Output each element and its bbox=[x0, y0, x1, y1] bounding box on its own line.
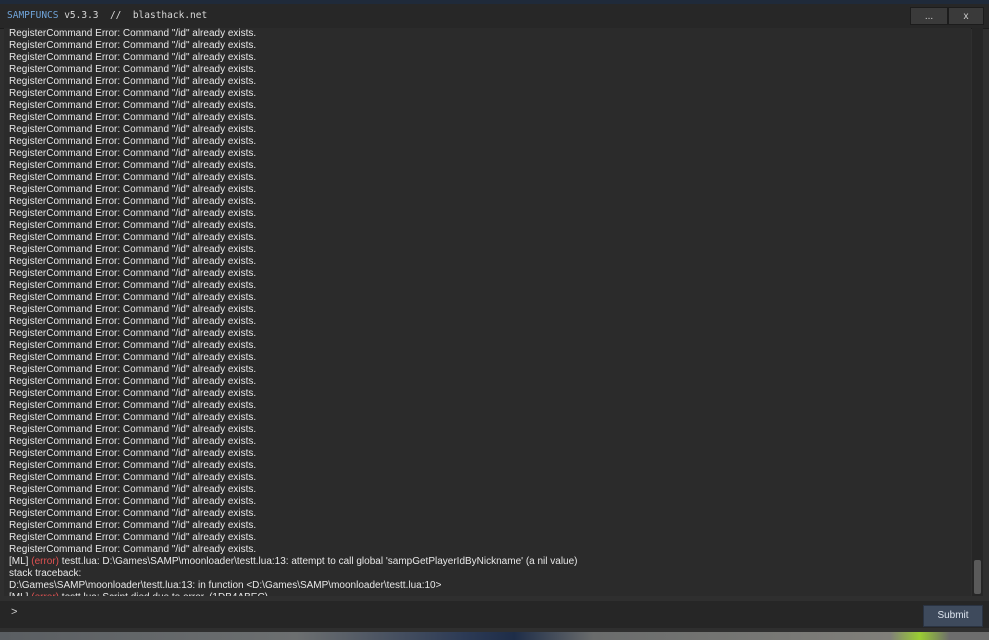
log-lines: RegisterCommand Error: Command "/id" alr… bbox=[9, 28, 578, 596]
log-line: RegisterCommand Error: Command "/id" alr… bbox=[9, 232, 257, 243]
log-line-error: [ML] (error) testt.lua: Script died due … bbox=[9, 592, 578, 596]
more-options-button[interactable]: ... bbox=[910, 7, 948, 25]
log-line: RegisterCommand Error: Command "/id" alr… bbox=[9, 472, 257, 483]
console-log[interactable]: RegisterCommand Error: Command "/id" alr… bbox=[4, 28, 971, 596]
command-input[interactable] bbox=[22, 603, 918, 625]
log-line: RegisterCommand Error: Command "/id" alr… bbox=[9, 460, 257, 471]
log-line: RegisterCommand Error: Command "/id" alr… bbox=[9, 52, 257, 63]
log-line: RegisterCommand Error: Command "/id" alr… bbox=[9, 28, 257, 39]
close-button[interactable]: x bbox=[948, 7, 984, 25]
log-line: RegisterCommand Error: Command "/id" alr… bbox=[9, 352, 257, 363]
log-line: RegisterCommand Error: Command "/id" alr… bbox=[9, 316, 257, 327]
title-bar[interactable]: SAMPFUNCS v5.3.3 // blasthack.net ... x bbox=[0, 4, 989, 29]
log-line: RegisterCommand Error: Command "/id" alr… bbox=[9, 76, 257, 87]
log-line-error: [ML] (error) testt.lua: D:\Games\SAMP\mo… bbox=[9, 556, 578, 568]
log-line: RegisterCommand Error: Command "/id" alr… bbox=[9, 136, 257, 147]
log-line: RegisterCommand Error: Command "/id" alr… bbox=[9, 340, 257, 351]
log-prefix: [ML] bbox=[9, 556, 32, 567]
log-line: RegisterCommand Error: Command "/id" alr… bbox=[9, 100, 257, 111]
log-line: RegisterCommand Error: Command "/id" alr… bbox=[9, 160, 257, 171]
log-line: RegisterCommand Error: Command "/id" alr… bbox=[9, 376, 257, 387]
log-line: RegisterCommand Error: Command "/id" alr… bbox=[9, 280, 257, 291]
log-line: RegisterCommand Error: Command "/id" alr… bbox=[9, 196, 257, 207]
log-line: RegisterCommand Error: Command "/id" alr… bbox=[9, 88, 257, 99]
log-line: RegisterCommand Error: Command "/id" alr… bbox=[9, 292, 257, 303]
log-line: RegisterCommand Error: Command "/id" alr… bbox=[9, 412, 257, 423]
log-prefix: [ML] bbox=[9, 592, 31, 596]
log-line: RegisterCommand Error: Command "/id" alr… bbox=[9, 532, 257, 543]
title-version: v5.3.3 // blasthack.net bbox=[58, 10, 208, 21]
log-line: RegisterCommand Error: Command "/id" alr… bbox=[9, 544, 257, 555]
log-message: testt.lua: Script died due to error. (1D… bbox=[59, 592, 268, 596]
window-title: SAMPFUNCS v5.3.3 // blasthack.net bbox=[7, 10, 207, 21]
traceback-line: D:\Games\SAMP\moonloader\testt.lua:13: i… bbox=[9, 580, 442, 591]
error-tag: (error) bbox=[31, 592, 59, 596]
log-line: RegisterCommand Error: Command "/id" alr… bbox=[9, 400, 257, 411]
log-line: RegisterCommand Error: Command "/id" alr… bbox=[9, 268, 257, 279]
log-line: RegisterCommand Error: Command "/id" alr… bbox=[9, 64, 257, 75]
traceback-header: stack traceback: bbox=[9, 568, 82, 579]
log-line: RegisterCommand Error: Command "/id" alr… bbox=[9, 484, 257, 495]
log-line: RegisterCommand Error: Command "/id" alr… bbox=[9, 520, 257, 531]
log-line: RegisterCommand Error: Command "/id" alr… bbox=[9, 172, 257, 183]
log-line: RegisterCommand Error: Command "/id" alr… bbox=[9, 40, 257, 51]
log-line: RegisterCommand Error: Command "/id" alr… bbox=[9, 448, 257, 459]
log-line: RegisterCommand Error: Command "/id" alr… bbox=[9, 112, 257, 123]
log-scrollbar[interactable] bbox=[972, 28, 983, 596]
log-line: RegisterCommand Error: Command "/id" alr… bbox=[9, 424, 257, 435]
log-line: RegisterCommand Error: Command "/id" alr… bbox=[9, 436, 257, 447]
log-line: RegisterCommand Error: Command "/id" alr… bbox=[9, 508, 257, 519]
log-line: RegisterCommand Error: Command "/id" alr… bbox=[9, 148, 257, 159]
scrollbar-thumb[interactable] bbox=[974, 560, 981, 594]
prompt-chevron-icon: > bbox=[11, 606, 18, 618]
log-line: RegisterCommand Error: Command "/id" alr… bbox=[9, 304, 257, 315]
log-line: RegisterCommand Error: Command "/id" alr… bbox=[9, 496, 257, 507]
submit-button[interactable]: Submit bbox=[923, 605, 983, 627]
log-line: RegisterCommand Error: Command "/id" alr… bbox=[9, 220, 257, 231]
log-line: RegisterCommand Error: Command "/id" alr… bbox=[9, 388, 257, 399]
app-name: SAMPFUNCS bbox=[7, 10, 59, 21]
log-line: RegisterCommand Error: Command "/id" alr… bbox=[9, 124, 257, 135]
log-line: RegisterCommand Error: Command "/id" alr… bbox=[9, 208, 257, 219]
log-line: RegisterCommand Error: Command "/id" alr… bbox=[9, 244, 257, 255]
log-line: RegisterCommand Error: Command "/id" alr… bbox=[9, 256, 257, 267]
log-line: RegisterCommand Error: Command "/id" alr… bbox=[9, 328, 257, 339]
log-line: RegisterCommand Error: Command "/id" alr… bbox=[9, 184, 257, 195]
error-tag: (error) bbox=[31, 556, 60, 567]
log-line: RegisterCommand Error: Command "/id" alr… bbox=[9, 364, 257, 375]
log-message: testt.lua: D:\Games\SAMP\moonloader\test… bbox=[59, 556, 578, 567]
